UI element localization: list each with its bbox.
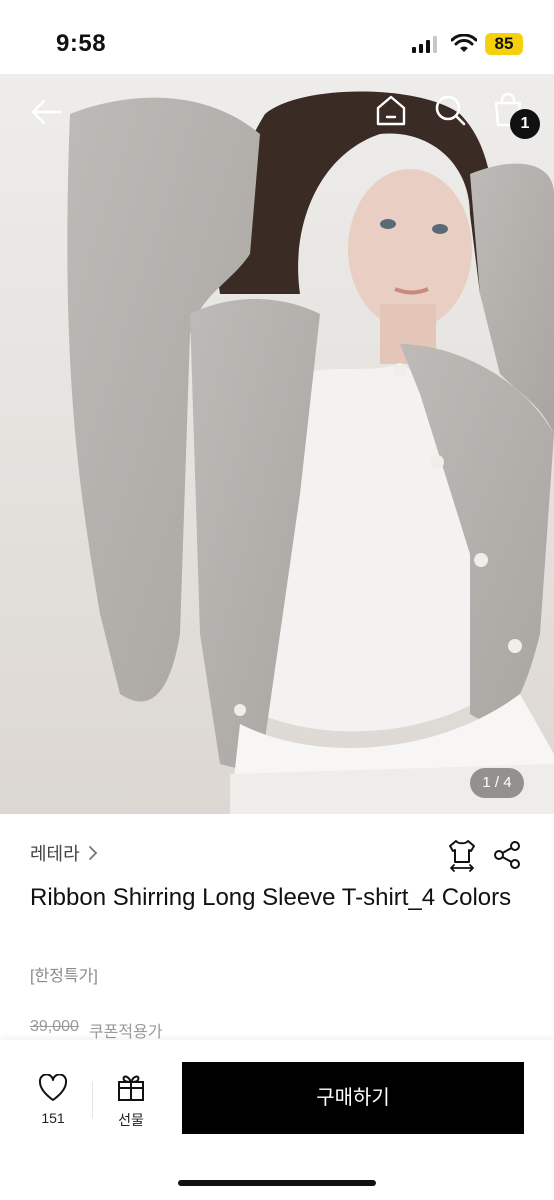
gift-icon — [118, 1075, 144, 1101]
brand-link[interactable]: 레테라 — [30, 840, 100, 866]
status-bar: 9:58 85 — [0, 0, 554, 74]
bottom-action-bar: 151 선물 구매하기 — [0, 1040, 554, 1200]
gift-label: 선물 — [118, 1112, 144, 1128]
wifi-icon — [451, 34, 477, 52]
product-title: Ribbon Shirring Long Sleeve T-shirt_4 Co… — [30, 884, 512, 911]
like-count: 151 — [41, 1110, 65, 1126]
back-arrow-icon[interactable] — [28, 94, 64, 130]
product-image-gallery[interactable]: 1 1 / 4 — [0, 74, 554, 814]
price-row: 39,000 쿠폰적용가 — [30, 1018, 163, 1042]
coupon-price-label: 쿠폰적용가 — [88, 1024, 163, 1041]
buy-button[interactable]: 구매하기 — [182, 1062, 524, 1134]
image-page-indicator: 1 / 4 — [470, 768, 524, 798]
size-guide-icon[interactable] — [446, 838, 478, 872]
divider — [92, 1082, 93, 1118]
home-icon[interactable] — [373, 92, 409, 128]
heart-icon — [38, 1074, 68, 1101]
signal-icon — [412, 36, 437, 53]
gift-button[interactable]: 선물 — [108, 1072, 154, 1130]
status-time: 9:58 — [56, 30, 107, 57]
cart-count-badge: 1 — [510, 109, 540, 139]
home-indicator — [178, 1180, 376, 1186]
original-price: 39,000 — [30, 1018, 79, 1035]
search-icon[interactable] — [432, 92, 468, 128]
chevron-right-icon — [88, 846, 97, 860]
share-icon[interactable] — [492, 840, 522, 870]
promo-tag: [한정특가] — [30, 968, 98, 985]
product-photo — [0, 74, 554, 814]
brand-name: 레테라 — [30, 844, 80, 864]
battery-indicator: 85 — [485, 33, 523, 55]
like-button[interactable]: 151 — [30, 1074, 76, 1126]
